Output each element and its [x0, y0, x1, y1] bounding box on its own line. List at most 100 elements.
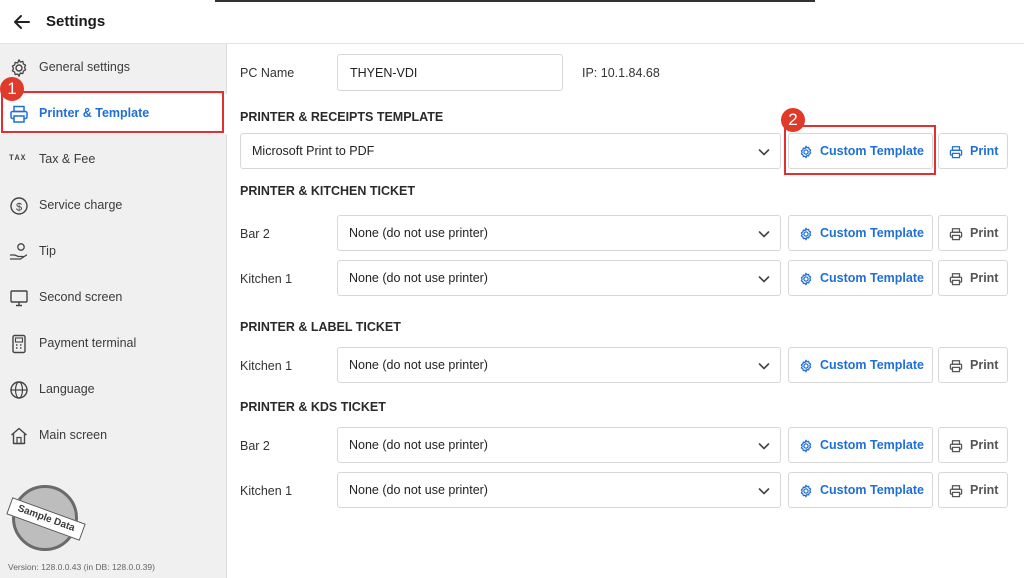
select-value: None (do not use printer) [349, 271, 488, 285]
kds-kitchen1-print-button[interactable]: Print [938, 472, 1008, 508]
kds-bar2-custom-template-button[interactable]: Custom Template [788, 427, 933, 463]
sidebar-item-tip[interactable]: Tip [0, 232, 227, 272]
version-text: Version: 128.0.0.43 (in DB: 128.0.0.39) [8, 562, 155, 572]
globe-icon [9, 380, 29, 400]
pc-name-field[interactable]: THYEN-VDI [337, 54, 563, 91]
chevron-down-icon [757, 484, 771, 498]
button-label: Custom Template [820, 358, 924, 372]
gear-icon [799, 439, 813, 453]
sidebar-item-second-screen[interactable]: Second screen [0, 278, 227, 318]
pc-name-value: THYEN-VDI [350, 66, 418, 80]
sidebar-item-general-settings[interactable]: General settings [0, 48, 227, 88]
kitchen-kitchen1-printer-select[interactable]: None (do not use printer) [337, 260, 781, 296]
printer-icon [949, 145, 963, 159]
kitchen-kitchen1-print-button[interactable]: Print [938, 260, 1008, 296]
printer-icon [949, 439, 963, 453]
button-label: Print [970, 483, 999, 497]
button-label: Custom Template [820, 438, 924, 452]
button-label: Custom Template [820, 483, 924, 497]
gear-icon [799, 359, 813, 373]
kds-bar2-print-button[interactable]: Print [938, 427, 1008, 463]
settings-window: Settings General settings Printer & Temp… [0, 0, 1024, 578]
kitchen-bar2-custom-template-button[interactable]: Custom Template [788, 215, 933, 251]
section-title-label: PRINTER & LABEL TICKET [240, 320, 401, 334]
home-icon [9, 426, 29, 446]
row-label: Bar 2 [240, 227, 270, 241]
select-value: None (do not use printer) [349, 483, 488, 497]
kitchen-bar2-printer-select[interactable]: None (do not use printer) [337, 215, 781, 251]
tax-icon: TAX [9, 154, 27, 163]
tip-hand-icon [9, 242, 29, 262]
sidebar-item-payment-terminal[interactable]: Payment terminal [0, 324, 227, 364]
printer-icon [949, 359, 963, 373]
monitor-icon [9, 288, 29, 308]
back-arrow-icon[interactable] [10, 10, 34, 34]
chevron-down-icon [757, 439, 771, 453]
row-label: Kitchen 1 [240, 359, 293, 373]
chevron-down-icon [757, 272, 771, 286]
sidebar-item-label: Tax & Fee [39, 152, 96, 166]
gear-icon [9, 58, 29, 78]
sidebar-item-language[interactable]: Language [0, 370, 227, 410]
select-value: None (do not use printer) [349, 226, 488, 240]
button-label: Print [970, 358, 999, 372]
label-kitchen1-custom-template-button[interactable]: Custom Template [788, 347, 933, 383]
sidebar-item-printer-template[interactable]: Printer & Template [0, 94, 227, 134]
button-label: Custom Template [820, 271, 924, 285]
header-bar: Settings [0, 0, 1024, 44]
gear-icon [799, 484, 813, 498]
sidebar-item-label: Printer & Template [39, 106, 150, 120]
select-value: Microsoft Print to PDF [252, 144, 375, 158]
kitchen-bar2-print-button[interactable]: Print [938, 215, 1008, 251]
printer-icon [949, 484, 963, 498]
callout-badge-2: 2 [781, 108, 805, 132]
ip-address: IP: 10.1.84.68 [582, 66, 660, 80]
gear-icon [799, 145, 813, 159]
sidebar-item-label: Language [39, 382, 95, 396]
section-title-receipts: PRINTER & RECEIPTS TEMPLATE [240, 110, 444, 124]
button-label: Print [970, 271, 999, 285]
printer-icon [949, 272, 963, 286]
row-label: Bar 2 [240, 439, 270, 453]
select-value: None (do not use printer) [349, 438, 488, 452]
sample-data-stamp: Sample Data [6, 485, 86, 551]
gear-icon [799, 227, 813, 241]
gear-icon [799, 272, 813, 286]
button-label: Custom Template [820, 144, 924, 158]
sidebar-item-label: Tip [39, 244, 56, 258]
page-title: Settings [46, 13, 106, 30]
sidebar-item-label: Service charge [39, 198, 123, 212]
kds-bar2-printer-select[interactable]: None (do not use printer) [337, 427, 781, 463]
svg-text:$: $ [16, 201, 22, 213]
printer-icon [9, 104, 29, 124]
pc-name-label: PC Name [240, 66, 295, 80]
dollar-circle-icon: $ [9, 196, 29, 216]
sidebar-item-main-screen[interactable]: Main screen [0, 416, 227, 456]
chevron-down-icon [757, 359, 771, 373]
row-label: Kitchen 1 [240, 272, 293, 286]
label-kitchen1-printer-select[interactable]: None (do not use printer) [337, 347, 781, 383]
sidebar-item-tax-fee[interactable]: TAX Tax & Fee [0, 140, 227, 180]
receipts-custom-template-button[interactable]: Custom Template [788, 133, 933, 169]
kds-kitchen1-printer-select[interactable]: None (do not use printer) [337, 472, 781, 508]
sidebar-item-label: Main screen [39, 428, 108, 442]
button-label: Custom Template [820, 226, 924, 240]
kds-kitchen1-custom-template-button[interactable]: Custom Template [788, 472, 933, 508]
sidebar-item-label: General settings [39, 60, 131, 74]
label-kitchen1-print-button[interactable]: Print [938, 347, 1008, 383]
row-label: Kitchen 1 [240, 484, 293, 498]
section-title-kitchen: PRINTER & KITCHEN TICKET [240, 184, 415, 198]
sidebar-item-service-charge[interactable]: $ Service charge [0, 186, 227, 226]
receipts-print-button[interactable]: Print [938, 133, 1008, 169]
select-value: None (do not use printer) [349, 358, 488, 372]
button-label: Print [970, 438, 999, 452]
button-label: Print [970, 226, 999, 240]
stamp-label: Sample Data [6, 497, 86, 541]
window-edge [215, 0, 815, 2]
kitchen-kitchen1-custom-template-button[interactable]: Custom Template [788, 260, 933, 296]
chevron-down-icon [757, 227, 771, 241]
section-title-kds: PRINTER & KDS TICKET [240, 400, 386, 414]
payment-terminal-icon [9, 334, 29, 354]
receipts-printer-select[interactable]: Microsoft Print to PDF [240, 133, 781, 169]
callout-badge-1: 1 [0, 77, 24, 101]
